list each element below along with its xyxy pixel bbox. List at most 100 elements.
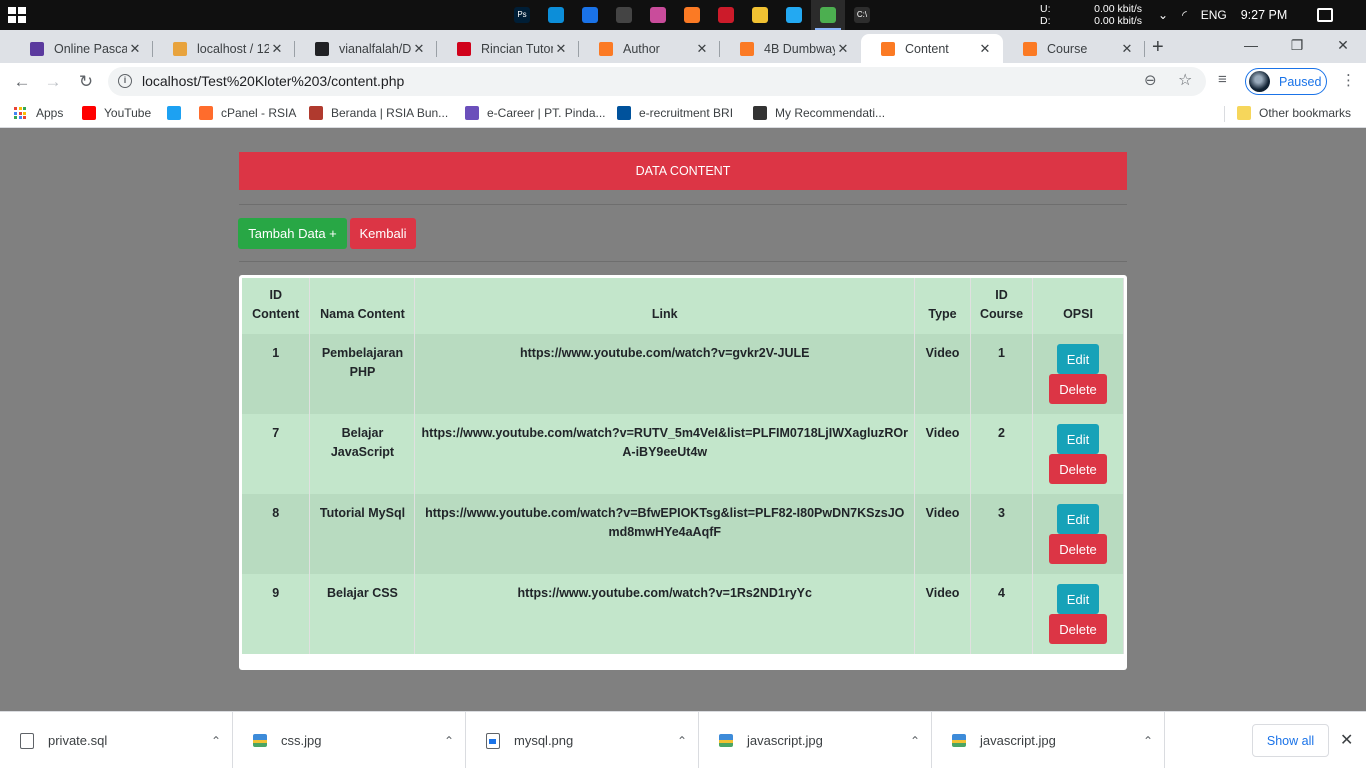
mail-app[interactable] (573, 0, 607, 30)
image-file-icon (486, 732, 500, 749)
column-header: Type (914, 278, 972, 334)
edit-button[interactable]: Edit (1057, 504, 1099, 534)
download-item[interactable]: css.jpg ⌃ (233, 712, 466, 768)
tab-close-icon[interactable]: ✕ (694, 41, 710, 57)
tab-close-icon[interactable]: ✕ (1119, 41, 1135, 57)
chrome-app[interactable] (811, 0, 845, 30)
tab-close-icon[interactable]: ✕ (835, 41, 851, 57)
divider (239, 204, 1127, 205)
bookmark-5[interactable]: Beranda | RSIA Bun... (309, 106, 448, 120)
explorer-icon (752, 7, 768, 23)
reading-list-icon[interactable]: ≡ (1218, 71, 1227, 88)
tab-4[interactable]: Rincian Tutoria✕ (437, 34, 579, 63)
delete-button[interactable]: Delete (1049, 534, 1107, 564)
wifi-icon[interactable]: ◜ (1182, 8, 1187, 22)
bookmark-star-icon[interactable]: ☆ (1178, 70, 1192, 90)
bookmark-1[interactable]: Apps (14, 106, 63, 120)
photoshop-app[interactable]: Ps (505, 0, 539, 30)
cell-course: 4 (970, 574, 1033, 654)
language-indicator[interactable]: ENG (1201, 8, 1227, 22)
opera-app[interactable] (709, 0, 743, 30)
tab-favicon-icon (599, 41, 613, 56)
download-filename: private.sql (48, 733, 108, 748)
xampp-app[interactable] (675, 0, 709, 30)
tab-6[interactable]: 4B Dumbways✕ (720, 34, 861, 63)
close-window-button[interactable]: ✕ (1320, 30, 1366, 60)
tab-2[interactable]: localhost / 127✕ (153, 34, 295, 63)
bookmark-2[interactable]: YouTube (82, 106, 151, 120)
bookmark-8[interactable]: My Recommendati... (753, 106, 885, 120)
zoom-icon[interactable]: ⊖ (1144, 71, 1157, 89)
tab-7[interactable]: Content ✕ (861, 34, 1003, 63)
tab-close-icon[interactable]: ✕ (411, 41, 427, 57)
vscode-app[interactable] (777, 0, 811, 30)
edge-app[interactable] (539, 0, 573, 30)
notification-icon[interactable] (1317, 8, 1334, 22)
download-item[interactable]: mysql.png ⌃ (466, 712, 699, 768)
clock[interactable]: 9:27 PM (1241, 8, 1288, 22)
cell-name: Tutorial MySql (309, 494, 416, 574)
other-bookmarks[interactable]: Other bookmarks (1237, 106, 1351, 120)
explorer-app[interactable] (743, 0, 777, 30)
tab-close-icon[interactable]: ✕ (127, 41, 143, 57)
delete-button[interactable]: Delete (1049, 374, 1107, 404)
chevron-down-icon[interactable]: ⌄ (1158, 8, 1168, 22)
windows-start-icon[interactable] (8, 7, 26, 23)
reload-icon[interactable]: ↻ (73, 69, 99, 95)
tab-1[interactable]: Online Pascal C✕ (10, 34, 153, 63)
inkscape-app[interactable] (607, 0, 641, 30)
tab-close-icon[interactable]: ✕ (553, 41, 569, 57)
column-header: ID Content (242, 278, 311, 334)
close-icon[interactable]: ✕ (1340, 730, 1353, 750)
edit-button[interactable]: Edit (1057, 584, 1099, 614)
download-item[interactable]: javascript.jpg ⌃ (699, 712, 932, 768)
bookmark-4[interactable]: cPanel - RSIA (199, 106, 296, 120)
forward-arrow-icon[interactable]: → (40, 69, 66, 95)
restore-button[interactable]: ❐ (1274, 30, 1320, 60)
tab-title: Author (623, 41, 660, 56)
chevron-up-icon[interactable]: ⌃ (1132, 734, 1164, 748)
chevron-up-icon[interactable]: ⌃ (666, 734, 698, 748)
edit-button[interactable]: Edit (1057, 344, 1099, 374)
show-all-button[interactable]: Show all (1252, 724, 1329, 757)
tab-8[interactable]: Course ✕ (1003, 34, 1145, 63)
tab-title: 4B Dumbways (764, 41, 835, 56)
download-item[interactable]: private.sql ⌃ (0, 712, 233, 768)
delete-button[interactable]: Delete (1049, 454, 1107, 484)
site-info-icon[interactable]: i (118, 74, 132, 88)
cell-link: https://www.youtube.com/watch?v=BfwEPIOK… (414, 494, 916, 574)
terminal-app[interactable]: C:\ (845, 0, 879, 30)
tab-close-icon[interactable]: ✕ (269, 41, 285, 57)
cell-type: Video (914, 334, 972, 414)
cell-id: 8 (242, 494, 311, 574)
cell-link: https://www.youtube.com/watch?v=RUTV_5m4… (414, 414, 916, 494)
page-title: DATA CONTENT (239, 152, 1127, 190)
back-arrow-icon[interactable]: ← (9, 69, 35, 95)
download-item[interactable]: javascript.jpg ⌃ (932, 712, 1165, 768)
add-data-button[interactable]: Tambah Data + (238, 218, 347, 249)
bookmark-7[interactable]: e-recruitment BRI (617, 106, 733, 120)
tab-5[interactable]: Author ✕ (579, 34, 720, 63)
back-button[interactable]: Kembali (350, 218, 416, 249)
tab-close-icon[interactable]: ✕ (977, 41, 993, 57)
delete-button[interactable]: Delete (1049, 614, 1107, 644)
edit-button[interactable]: Edit (1057, 424, 1099, 454)
tab-3[interactable]: vianalfalah/Du ✕ (295, 34, 437, 63)
menu-dots-icon[interactable]: ⋮ (1341, 71, 1356, 89)
bookmark-label: e-recruitment BRI (639, 106, 734, 120)
url-text[interactable]: localhost/Test%20Kloter%203/content.php (142, 73, 404, 89)
minimize-button[interactable]: — (1228, 30, 1274, 60)
chevron-up-icon[interactable]: ⌃ (899, 734, 931, 748)
bookmark-3[interactable] (167, 106, 189, 120)
profile-button[interactable]: Paused (1245, 68, 1327, 95)
chrome-icon (820, 7, 836, 23)
address-bar[interactable]: i localhost/Test%20Kloter%203/content.ph… (108, 67, 1206, 96)
chevron-up-icon[interactable]: ⌃ (433, 734, 465, 748)
paint-app[interactable] (641, 0, 675, 30)
inkscape-icon (616, 7, 632, 23)
bookmark-6[interactable]: e-Career | PT. Pinda... (465, 106, 606, 120)
download-shelf: private.sql ⌃ css.jpg ⌃ mysql.png ⌃ javascript… (0, 711, 1366, 768)
vscode-icon (786, 7, 802, 23)
chevron-up-icon[interactable]: ⌃ (200, 734, 232, 748)
new-tab-button[interactable]: + (1152, 36, 1164, 59)
